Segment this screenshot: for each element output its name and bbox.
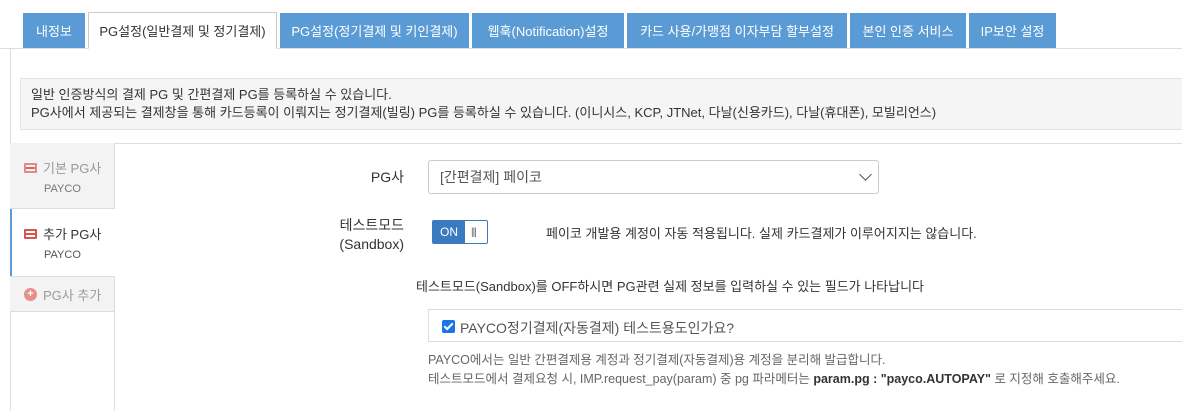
- info-notice: 일반 인증방식의 결제 PG 및 간편결제 PG를 등록하실 수 있습니다. P…: [20, 78, 1182, 130]
- sidenav-add-pg[interactable]: + PG사 추가: [10, 276, 114, 312]
- test-mode-sublabel: (Sandbox): [339, 236, 404, 252]
- help-text-2-suffix: 로 지정해 호출해주세요.: [990, 372, 1120, 386]
- sidenav-item-extra-sub: PAYCO: [44, 249, 81, 261]
- test-mode-toggle[interactable]: ON |||: [432, 220, 488, 244]
- credit-card-icon: [24, 228, 37, 239]
- sidenav-add-label: PG사 추가: [43, 288, 102, 303]
- pg-label: PG사: [370, 169, 404, 185]
- payco-test-checkbox[interactable]: [442, 320, 455, 333]
- help-text-1: PAYCO에서는 일반 간편결제용 계정과 정기결제(자동결제)용 계정을 분리…: [428, 353, 886, 367]
- plus-circle-icon: +: [24, 288, 37, 301]
- tab-pg-general[interactable]: PG설정(일반결제 및 정기결제): [88, 12, 277, 49]
- sidenav-item-basic-pg[interactable]: 기본 PG사 PAYCO: [10, 143, 114, 209]
- help-text-2-param: param.pg : "payco.AUTOPAY": [813, 372, 991, 386]
- notice-line-1: 일반 인증방식의 결제 PG 및 간편결제 PG를 등록하실 수 있습니다.: [31, 87, 392, 102]
- tab-certification[interactable]: 본인 인증 서비스: [850, 13, 966, 48]
- help-text-2: 테스트모드에서 결제요청 시, IMP.request_pay(param) 중…: [428, 368, 1120, 387]
- toggle-on-label: ON: [433, 221, 465, 243]
- tab-bar: 내정보 PG설정(일반결제 및 정기결제) PG설정(정기결제 및 키인결제) …: [0, 0, 1182, 49]
- test-mode-description: 페이코 개발용 계정이 자동 적용됩니다. 실제 카드결제가 이루어지지는 않습…: [546, 226, 977, 241]
- payco-test-checkbox-row: PAYCO정기결제(자동결제) 테스트용도인가요?: [428, 309, 1182, 342]
- tab-card-installment[interactable]: 카드 사용/가맹점 이자부담 할부설정: [627, 13, 847, 48]
- sidenav-item-extra-title: 추가 PG사: [43, 227, 102, 242]
- tab-my-info[interactable]: 내정보: [23, 13, 85, 48]
- test-mode-label: 테스트모드: [339, 217, 404, 233]
- credit-card-icon: [24, 162, 37, 173]
- sidenav-item-basic-sub: PAYCO: [44, 183, 81, 195]
- pg-select[interactable]: [간편결제] 페이코: [428, 160, 879, 194]
- sidenav-item-basic-title: 기본 PG사: [43, 161, 102, 176]
- toggle-grip-icon: |||: [471, 227, 477, 238]
- help-text-2-prefix: 테스트모드에서 결제요청 시, IMP.request_pay(param) 중…: [428, 372, 814, 386]
- notice-line-2: PG사에서 제공되는 결제창을 통해 카드등록이 이뤄지는 정기결제(빌링) P…: [31, 105, 937, 120]
- divider: [10, 143, 1182, 144]
- sandbox-note: 테스트모드(Sandbox)를 OFF하시면 PG관련 실제 정보를 입력하실 …: [416, 279, 925, 294]
- chevron-down-icon: [859, 168, 872, 181]
- tab-ip-security[interactable]: IP보안 설정: [969, 13, 1056, 48]
- sidenav-item-extra-pg[interactable]: 추가 PG사 PAYCO: [10, 209, 115, 276]
- payco-test-checkbox-label[interactable]: PAYCO정기결제(자동결제) 테스트용도인가요?: [460, 318, 734, 338]
- pg-select-value: [간편결제] 페이코: [440, 169, 542, 185]
- pg-sidenav: 기본 PG사 PAYCO 추가 PG사 PAYCO + PG사 추가: [10, 143, 115, 411]
- tab-pg-billing[interactable]: PG설정(정기결제 및 키인결제): [280, 13, 469, 48]
- tab-webhook[interactable]: 웹훅(Notification)설정: [472, 13, 624, 48]
